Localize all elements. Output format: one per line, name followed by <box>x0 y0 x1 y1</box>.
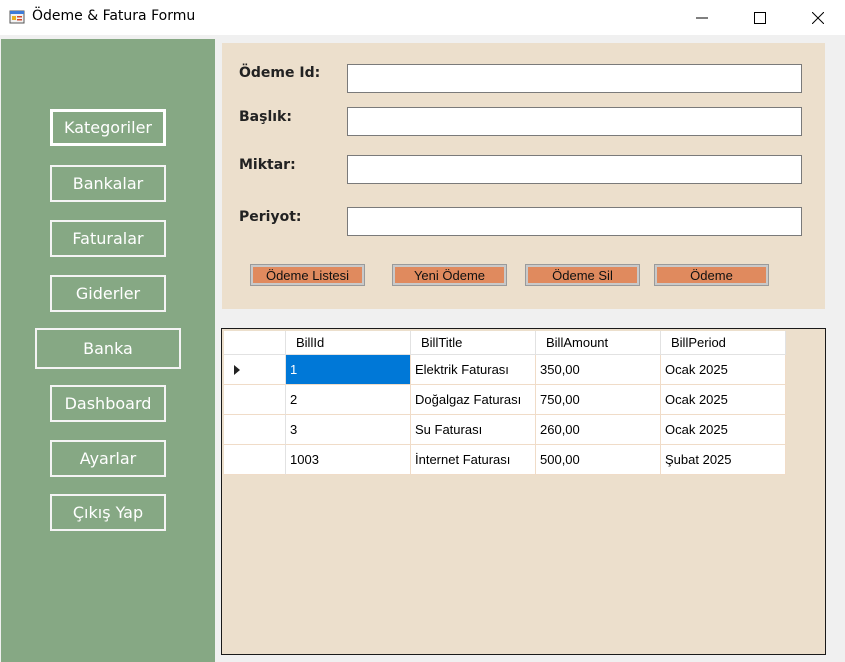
row-header-corner <box>224 331 286 355</box>
column-header-billid[interactable]: BillId <box>286 331 411 355</box>
sidebar-item-cikis-yap[interactable]: Çıkış Yap <box>50 494 166 531</box>
cell-billid[interactable]: 1003 <box>286 445 411 475</box>
cell-billperiod[interactable]: Ocak 2025 <box>661 385 786 415</box>
cell-billamount[interactable]: 500,00 <box>536 445 661 475</box>
baslik-label: Başlık: <box>239 109 292 125</box>
sidebar-item-faturalar[interactable]: Faturalar <box>50 220 166 257</box>
odeme-button[interactable]: Ödeme <box>654 264 769 286</box>
odeme-id-label: Ödeme Id: <box>239 65 321 81</box>
title-bar: Ödeme & Fatura Formu <box>0 0 845 35</box>
miktar-input[interactable] <box>347 155 802 184</box>
grid-header-row: BillId BillTitle BillAmount BillPeriod <box>224 331 786 355</box>
cell-billid[interactable]: 2 <box>286 385 411 415</box>
close-icon <box>812 11 824 24</box>
sidebar-item-kategoriler[interactable]: Kategoriler <box>50 109 166 146</box>
sidebar-item-dashboard[interactable]: Dashboard <box>50 385 166 422</box>
row-header[interactable] <box>224 415 286 445</box>
cell-billid[interactable]: 1 <box>286 355 411 385</box>
cell-billperiod[interactable]: Ocak 2025 <box>661 355 786 385</box>
cell-billamount[interactable]: 750,00 <box>536 385 661 415</box>
cell-billid[interactable]: 3 <box>286 415 411 445</box>
row-header[interactable] <box>224 385 286 415</box>
odeme-id-input[interactable] <box>347 64 802 93</box>
sidebar-item-banka[interactable]: Banka <box>35 328 181 369</box>
close-button[interactable] <box>789 0 845 35</box>
table-row[interactable]: 1003 İnternet Faturası 500,00 Şubat 2025 <box>224 445 786 475</box>
minimize-button[interactable] <box>673 0 731 35</box>
miktar-label: Miktar: <box>239 157 296 173</box>
yeni-odeme-button[interactable]: Yeni Ödeme <box>392 264 507 286</box>
periyot-input[interactable] <box>347 207 802 236</box>
cell-billamount[interactable]: 350,00 <box>536 355 661 385</box>
current-row-arrow-icon <box>234 365 240 375</box>
cell-billtitle[interactable]: İnternet Faturası <box>411 445 536 475</box>
column-header-billtitle[interactable]: BillTitle <box>411 331 536 355</box>
cell-billtitle[interactable]: Su Faturası <box>411 415 536 445</box>
row-header[interactable] <box>224 355 286 385</box>
odeme-listesi-button[interactable]: Ödeme Listesi <box>250 264 365 286</box>
sidebar-item-giderler[interactable]: Giderler <box>50 275 166 312</box>
cell-billtitle[interactable]: Elektrik Faturası <box>411 355 536 385</box>
odeme-sil-button[interactable]: Ödeme Sil <box>525 264 640 286</box>
sidebar-item-ayarlar[interactable]: Ayarlar <box>50 440 166 477</box>
table-row[interactable]: 2 Doğalgaz Faturası 750,00 Ocak 2025 <box>224 385 786 415</box>
minimize-icon <box>696 12 708 24</box>
sidebar-item-bankalar[interactable]: Bankalar <box>50 165 166 202</box>
maximize-button[interactable] <box>731 0 789 35</box>
table-row[interactable]: 3 Su Faturası 260,00 Ocak 2025 <box>224 415 786 445</box>
bills-data-grid[interactable]: BillId BillTitle BillAmount BillPeriod 1… <box>221 328 826 655</box>
maximize-icon <box>754 11 766 24</box>
periyot-label: Periyot: <box>239 209 302 225</box>
cell-billperiod[interactable]: Şubat 2025 <box>661 445 786 475</box>
cell-billtitle[interactable]: Doğalgaz Faturası <box>411 385 536 415</box>
table-row[interactable]: 1 Elektrik Faturası 350,00 Ocak 2025 <box>224 355 786 385</box>
column-header-billamount[interactable]: BillAmount <box>536 331 661 355</box>
window-title: Ödeme & Fatura Formu <box>32 8 196 24</box>
sidebar: Kategoriler Bankalar Faturalar Giderler … <box>1 39 215 662</box>
cell-billperiod[interactable]: Ocak 2025 <box>661 415 786 445</box>
row-header[interactable] <box>224 445 286 475</box>
baslik-input[interactable] <box>347 107 802 136</box>
payment-form-panel: Ödeme Id: Başlık: Miktar: Periyot: Ödeme… <box>222 43 825 309</box>
winforms-app-icon <box>9 9 25 25</box>
cell-billamount[interactable]: 260,00 <box>536 415 661 445</box>
column-header-billperiod[interactable]: BillPeriod <box>661 331 786 355</box>
